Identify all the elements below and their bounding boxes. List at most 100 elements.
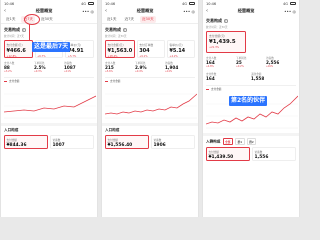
metric-cell[interactable]: 退款金额 1,558: [251, 71, 296, 82]
kpi-card-main[interactable]: 支付金额(元) ¥1,439.5 +21.3%: [206, 31, 246, 53]
metric-cell[interactable]: 支付件数 164: [206, 71, 251, 82]
bottom-card[interactable]: 访客数 1007: [50, 135, 94, 149]
section-title-text: 交易构成: [105, 27, 121, 32]
filter-chip-all[interactable]: 全部: [222, 138, 233, 145]
filter-chip-group-2[interactable]: 群2: [246, 138, 257, 145]
nav-bar: ‹ 经营概览 ••• ◎: [102, 7, 198, 15]
metric-change: +5.6%: [105, 70, 113, 73]
kpi-card[interactable]: 客单价(元) ¥5.14 +4.2%: [166, 40, 195, 58]
help-icon[interactable]: ?: [224, 19, 228, 23]
metric-cell[interactable]: 支付人数 164 +4.8%: [206, 55, 236, 69]
trend-line-chart: [4, 93, 96, 119]
kpi-card[interactable]: 支付金额(元) ¥466.6 +12.8%: [4, 40, 33, 58]
section-title-text: 交易构成: [4, 27, 20, 32]
kpi-change: +9.1%: [139, 54, 148, 58]
section-title: 交易构成?: [1, 24, 97, 34]
bottom-card[interactable]: 支付金额 ¥1,439.50: [206, 147, 250, 161]
more-icon[interactable]: ••• ◎: [284, 9, 296, 14]
metric-value: 1,558: [251, 76, 265, 81]
bottom-card[interactable]: 支付金额 ¥844.36: [4, 135, 48, 149]
tab-30-days[interactable]: 近30天: [139, 15, 156, 23]
metric-cell[interactable]: 访客数 1087 +11%: [64, 60, 94, 74]
legend-label: 支付金额: [110, 80, 121, 83]
tab-1-day[interactable]: 近1天: [105, 16, 118, 23]
kpi-value: ¥4.91: [67, 47, 84, 54]
status-bar: 10:46 4G: [203, 0, 299, 7]
annotation-label-first: 这是最后7天: [32, 42, 71, 52]
kpi-change: +21.3%: [209, 46, 220, 49]
tab-7-days[interactable]: 近7天: [122, 16, 135, 23]
kpi-card[interactable]: 支付订单数 304 +9.1%: [136, 40, 165, 58]
status-bar: 10:46 4G: [102, 0, 198, 7]
bottom-card-row: 支付金额 ¥1,556.40 访客数 1906: [102, 134, 198, 150]
metric-change: +3.2%: [4, 70, 12, 73]
tab-1-day[interactable]: 近1天: [4, 16, 17, 23]
section-title: 交易构成?: [203, 15, 299, 25]
legend-swatch: [4, 80, 7, 82]
more-icon[interactable]: ••• ◎: [82, 9, 94, 14]
metric-change: +0.2%: [236, 65, 244, 68]
bottom-card-label: 访客数: [52, 138, 61, 142]
kpi-change: +18.4%: [107, 54, 118, 58]
bottom-card[interactable]: 支付金额 ¥1,556.40: [105, 135, 149, 149]
metric-grid: 支付人数 215 +5.6% 下单转化 2.9% +0.4% 访客数 1,904 +14%: [102, 59, 198, 75]
kpi-label: 客单价(元): [169, 42, 183, 47]
section-title: 交易构成?: [102, 24, 198, 34]
metric-cell[interactable]: 支付人数 215 +5.6%: [105, 60, 135, 74]
bottom-card-value: ¥1,439.50: [208, 154, 234, 160]
battery-icon: [290, 2, 296, 5]
metric-cell[interactable]: 访客数 2,556 +16%: [266, 55, 296, 69]
highlight-pointer: [29, 24, 30, 41]
help-icon[interactable]: ?: [22, 28, 26, 32]
nav-bar: ‹ 经营概览 ••• ◎: [1, 7, 97, 15]
chevron-left-icon[interactable]: ‹: [105, 8, 107, 14]
status-time: 10:46: [4, 1, 15, 6]
signal-label: 4G: [81, 1, 86, 6]
stat-period-note: 统计时间：近30天: [206, 26, 228, 29]
kpi-label: 支付金额(元): [209, 34, 226, 38]
bottom-card[interactable]: 访客数 1,556: [252, 147, 296, 161]
signal-label: 4G: [182, 1, 187, 6]
bottom-card-value: 1906: [153, 142, 166, 148]
kpi-value: ¥5.14: [169, 47, 186, 54]
metric-value: 164: [206, 76, 215, 81]
bottom-card-value: ¥1,556.40: [107, 142, 133, 148]
metric-cell[interactable]: 下单转化 2.5% +0.3%: [34, 60, 64, 74]
bottom-card-label: 支付金额: [208, 150, 219, 154]
bottom-section-title-text: 入群构成: [206, 139, 221, 144]
trend-line: [105, 93, 197, 115]
period-tabs: 近1天 近7天 近30天: [102, 15, 198, 24]
metric-cell[interactable]: 支付人数 88 +3.2%: [4, 60, 34, 74]
status-time: 10:46: [206, 1, 217, 6]
annotation-label-second: 第2名的伙伴: [229, 96, 268, 106]
page-title: 经营概览: [237, 8, 255, 13]
chevron-left-icon[interactable]: ‹: [4, 8, 6, 14]
kpi-change: +6.7%: [37, 54, 46, 58]
kpi-value: ¥1,563.0: [107, 47, 133, 54]
bottom-card[interactable]: 访客数 1906: [151, 135, 195, 149]
filter-chip-group-1[interactable]: 群1: [235, 138, 245, 145]
metric-change: +16%: [266, 65, 274, 68]
trend-line-chart: [105, 93, 197, 119]
metric-cell[interactable]: 下单转化 25 +0.2%: [236, 55, 266, 69]
bottom-card-row: 支付金额 ¥1,439.50 访客数 1,556: [203, 146, 299, 162]
page-title: 经营概览: [136, 8, 154, 13]
bottom-card-label: 支付金额: [107, 138, 118, 142]
chevron-left-icon[interactable]: ‹: [206, 8, 208, 14]
period-tabs: 近1天 近7天 近30天: [1, 15, 97, 24]
more-icon[interactable]: ••• ◎: [183, 9, 195, 14]
kpi-card[interactable]: 支付金额(元) ¥1,563.0 +18.4%: [105, 40, 135, 58]
kpi-label: 支付金额(元): [107, 42, 124, 47]
kpi-value: 304: [139, 47, 150, 54]
screenshot-stage: 10:46 4G ‹ 经营概览 ••• ◎ 近1天 近7天 近30天 交易构成?…: [0, 0, 300, 217]
metric-cell[interactable]: 访客数 1,904 +14%: [165, 60, 195, 74]
help-icon[interactable]: ?: [123, 28, 127, 32]
metric-grid-2: 支付件数 164 退款金额 1,558: [203, 70, 299, 83]
kpi-value: ¥1,439.5: [209, 39, 236, 45]
tab-30-days[interactable]: 近30天: [39, 16, 55, 23]
metric-grid: 支付人数 88 +3.2% 下单转化 2.5% +0.3% 访客数 1087 +11%: [1, 59, 97, 75]
kpi-row: 支付金额(元) ¥1,563.0 +18.4% 支付订单数 304 +9.1% 客单价(…: [102, 39, 198, 59]
bottom-card-row: 支付金额 ¥844.36 访客数 1007: [1, 134, 97, 150]
metric-cell[interactable]: 下单转化 2.9% +0.4%: [135, 60, 165, 74]
legend-swatch: [206, 88, 209, 90]
